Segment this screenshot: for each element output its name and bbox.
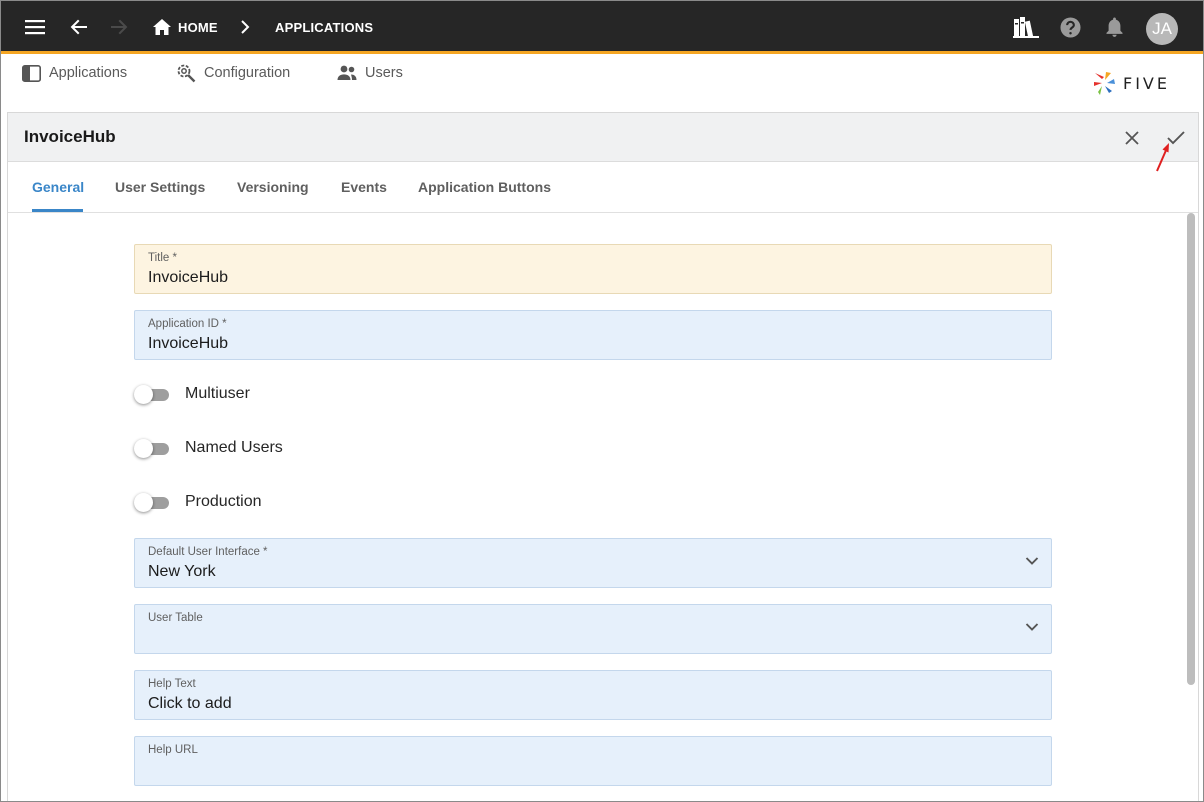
named-users-label: Named Users bbox=[185, 439, 283, 456]
title-field-value[interactable]: InvoiceHub bbox=[148, 269, 228, 287]
tab-versioning[interactable]: Versioning bbox=[237, 179, 309, 195]
default-user-interface-select[interactable]: Default User Interface * New York bbox=[134, 538, 1052, 588]
vertical-scrollbar[interactable] bbox=[1187, 213, 1195, 685]
toggle-knob bbox=[134, 385, 153, 404]
help-icon[interactable] bbox=[1059, 0, 1081, 54]
help-url-label: Help URL bbox=[148, 744, 198, 756]
toggle-knob bbox=[134, 493, 153, 512]
tab-user-settings[interactable]: User Settings bbox=[115, 179, 205, 195]
panel-header: InvoiceHub bbox=[8, 113, 1198, 162]
active-tab-indicator bbox=[32, 209, 83, 212]
application-form-panel: InvoiceHub General User Settings Version… bbox=[7, 112, 1199, 802]
tab-general[interactable]: General bbox=[32, 179, 84, 195]
arrow-forward-icon[interactable] bbox=[108, 0, 130, 54]
notifications-icon[interactable] bbox=[1104, 0, 1124, 54]
configuration-icon bbox=[177, 64, 196, 83]
nav-configuration-label: Configuration bbox=[204, 65, 291, 81]
user-table-select[interactable]: User Table bbox=[134, 604, 1052, 654]
five-logo-text: FIVE bbox=[1123, 73, 1170, 93]
five-logo-icon bbox=[1094, 72, 1115, 95]
help-url-field[interactable]: Help URL bbox=[134, 736, 1052, 786]
applications-icon bbox=[22, 64, 41, 82]
library-icon[interactable] bbox=[1013, 0, 1039, 54]
user-table-label: User Table bbox=[148, 612, 203, 624]
tab-application-buttons[interactable]: Application Buttons bbox=[418, 179, 551, 195]
multiuser-label: Multiuser bbox=[185, 385, 250, 402]
breadcrumb-home[interactable]: HOME bbox=[178, 0, 218, 54]
nav-configuration[interactable]: Configuration bbox=[176, 62, 290, 84]
arrow-back-icon[interactable] bbox=[68, 0, 90, 54]
production-label: Production bbox=[185, 493, 262, 510]
nav-applications[interactable]: Applications bbox=[22, 62, 127, 84]
tab-events[interactable]: Events bbox=[341, 179, 387, 195]
toggle-knob bbox=[134, 439, 153, 458]
home-icon[interactable] bbox=[153, 0, 171, 54]
help-text-value[interactable]: Click to add bbox=[148, 695, 232, 713]
title-field[interactable]: Title * InvoiceHub bbox=[134, 244, 1052, 294]
nav-users[interactable]: Users bbox=[337, 62, 403, 84]
avatar[interactable]: JA bbox=[1146, 13, 1178, 45]
chevron-right-icon bbox=[238, 0, 252, 54]
close-icon bbox=[1125, 131, 1139, 145]
breadcrumb-current: APPLICATIONS bbox=[275, 19, 374, 35]
application-id-value[interactable]: InvoiceHub bbox=[148, 335, 228, 353]
menu-icon[interactable] bbox=[22, 0, 48, 54]
chevron-down-icon[interactable] bbox=[1025, 556, 1039, 566]
help-text-field[interactable]: Help Text Click to add bbox=[134, 670, 1052, 720]
help-text-label: Help Text bbox=[148, 678, 196, 690]
top-app-bar: HOME APPLICATIONS JA bbox=[0, 0, 1204, 54]
tab-bar: General User Settings Versioning Events … bbox=[8, 163, 1198, 213]
application-id-field[interactable]: Application ID * InvoiceHub bbox=[134, 310, 1052, 360]
chevron-down-icon[interactable] bbox=[1025, 622, 1039, 632]
title-field-label: Title * bbox=[148, 252, 177, 264]
default-user-interface-value[interactable]: New York bbox=[148, 563, 216, 581]
close-button[interactable] bbox=[1120, 126, 1144, 150]
users-icon bbox=[337, 65, 357, 80]
page-title: InvoiceHub bbox=[24, 127, 116, 146]
annotation-arrow-icon bbox=[1156, 143, 1169, 172]
nav-applications-label: Applications bbox=[49, 65, 128, 81]
default-user-interface-label: Default User Interface * bbox=[148, 546, 268, 558]
nav-users-label: Users bbox=[365, 65, 403, 81]
five-logo: FIVE bbox=[1093, 70, 1170, 96]
application-id-label: Application ID * bbox=[148, 318, 227, 330]
